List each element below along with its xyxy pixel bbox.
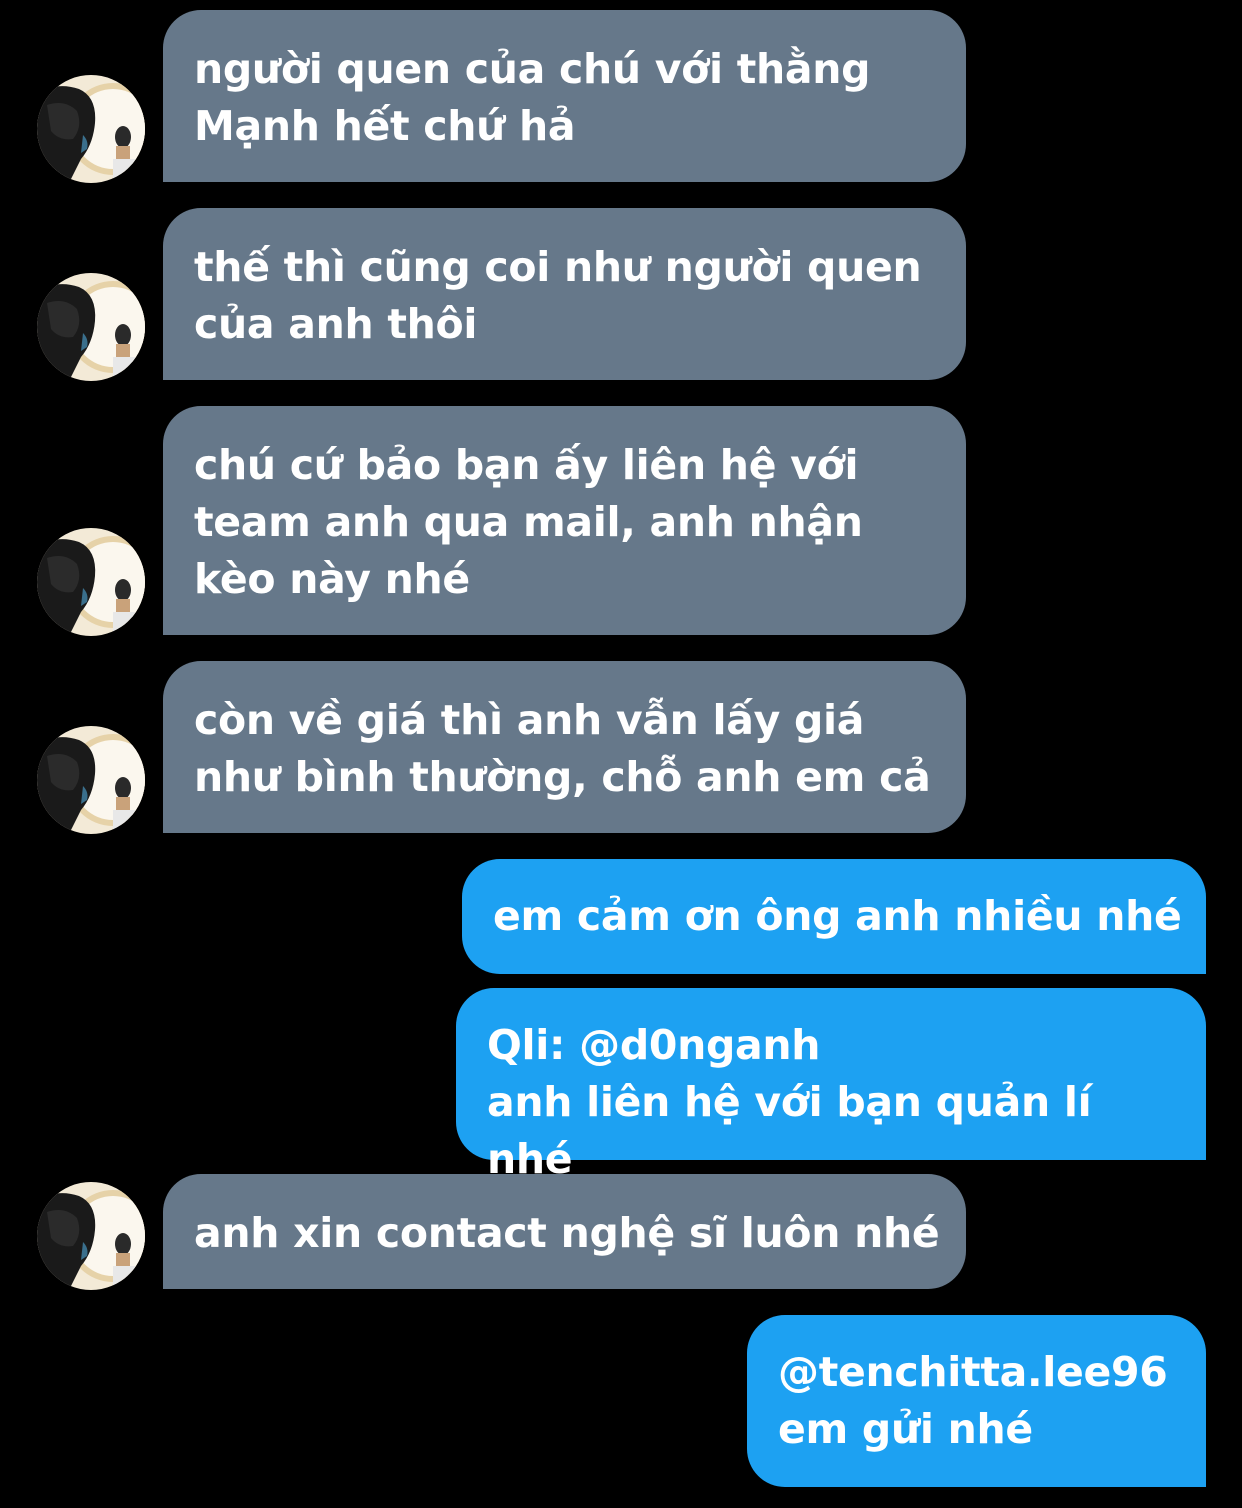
avatar-image xyxy=(37,273,145,381)
avatar-image xyxy=(37,75,145,183)
avatar[interactable] xyxy=(37,726,145,834)
avatar[interactable] xyxy=(37,75,145,183)
avatar-image xyxy=(37,726,145,834)
message-bubble[interactable]: @tenchitta.lee96 em gửi nhé xyxy=(747,1315,1206,1487)
avatar[interactable] xyxy=(37,273,145,381)
avatar[interactable] xyxy=(37,528,145,636)
message-bubble[interactable]: anh xin contact nghệ sĩ luôn nhé xyxy=(163,1174,966,1289)
avatar[interactable] xyxy=(37,1182,145,1290)
message-bubble[interactable]: em cảm ơn ông anh nhiều nhé xyxy=(462,859,1206,974)
message-bubble[interactable]: thế thì cũng coi như người quen của anh … xyxy=(163,208,966,380)
message-bubble[interactable]: người quen của chú với thằng Mạnh hết ch… xyxy=(163,10,966,182)
message-bubble[interactable]: còn về giá thì anh vẫn lấy giá như bình … xyxy=(163,661,966,833)
message-bubble[interactable]: Qli: @d0nganh anh liên hệ với bạn quản l… xyxy=(456,988,1206,1183)
avatar-image xyxy=(37,528,145,636)
avatar-image xyxy=(37,1182,145,1290)
message-bubble[interactable]: chú cứ bảo bạn ấy liên hệ với team anh q… xyxy=(163,406,966,635)
